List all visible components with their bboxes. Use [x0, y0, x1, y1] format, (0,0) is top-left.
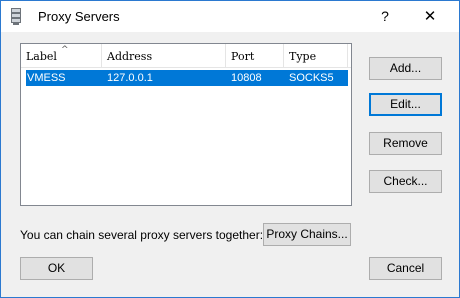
title-bar[interactable]: Proxy Servers ? ✕	[1, 1, 459, 32]
add-button[interactable]: Add...	[369, 57, 442, 80]
column-header-port[interactable]: Port	[226, 44, 284, 68]
row-type: SOCKS5	[289, 72, 334, 84]
check-button[interactable]: Check...	[369, 170, 442, 193]
column-type-text: Type	[289, 50, 317, 63]
column-header-type[interactable]: Type	[284, 44, 348, 68]
column-port-text: Port	[231, 50, 255, 63]
list-header: Label ^ Address Port Type	[21, 44, 351, 68]
chain-hint-text: You can chain several proxy servers toge…	[20, 228, 264, 242]
proxy-servers-dialog: Proxy Servers ? ✕ Label ^ Address Port T…	[0, 0, 460, 298]
column-address-text: Address	[107, 50, 153, 63]
close-button[interactable]: ✕	[415, 1, 445, 32]
row-label: VMESS	[27, 72, 66, 84]
row-address: 127.0.0.1	[107, 72, 153, 84]
help-button[interactable]: ?	[374, 1, 396, 32]
ok-button[interactable]: OK	[20, 257, 93, 280]
cancel-button[interactable]: Cancel	[369, 257, 442, 280]
table-row[interactable]: VMESS 127.0.0.1 10808 SOCKS5	[26, 70, 348, 86]
column-header-label[interactable]: Label ^	[21, 44, 102, 68]
row-port: 10808	[231, 72, 262, 84]
remove-button[interactable]: Remove	[369, 132, 442, 155]
proxy-list[interactable]: Label ^ Address Port Type VMESS 127.0.0.…	[20, 43, 352, 206]
column-header-address[interactable]: Address	[102, 44, 226, 68]
sort-ascending-icon: ^	[61, 45, 69, 55]
edit-button[interactable]: Edit...	[369, 93, 442, 116]
proxy-server-icon	[11, 8, 21, 25]
proxy-chains-button[interactable]: Proxy Chains...	[263, 223, 351, 246]
column-label-text: Label	[26, 50, 57, 63]
window-title: Proxy Servers	[38, 9, 120, 24]
